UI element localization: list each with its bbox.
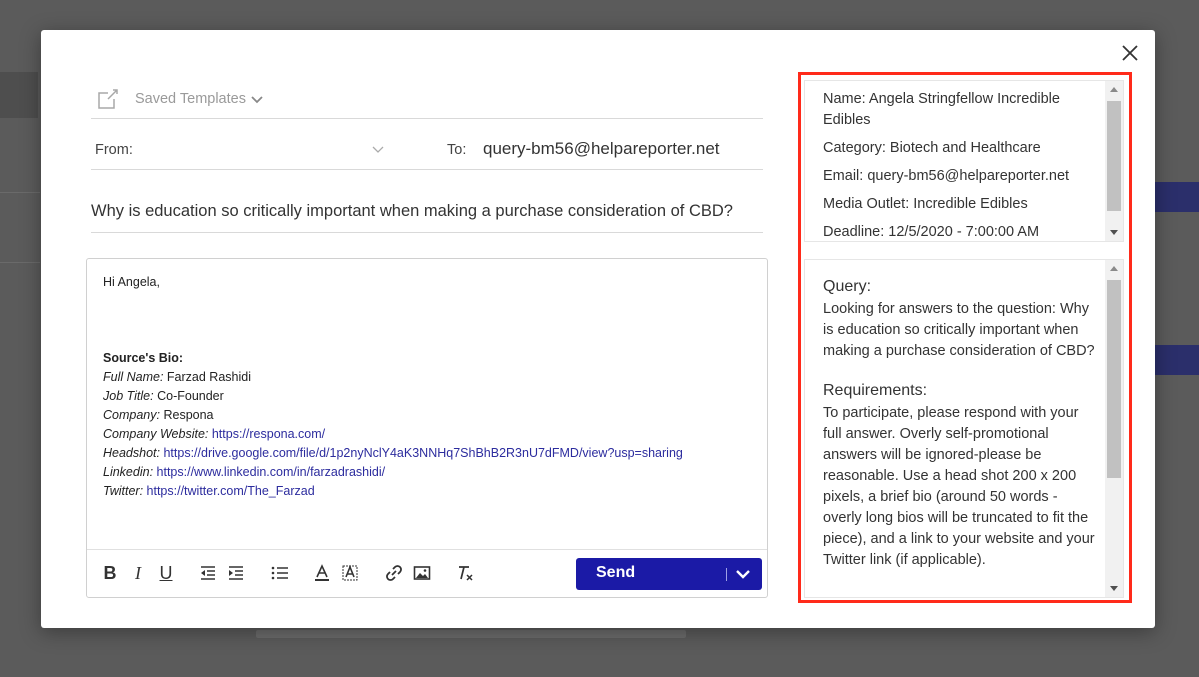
query-text: Looking for answers to the question: Why… bbox=[823, 301, 1095, 359]
chevron-down-icon bbox=[251, 96, 263, 104]
background-button bbox=[1155, 182, 1199, 212]
query-email: Email: query-bm56@helpareporter.net bbox=[823, 168, 1070, 184]
background-button bbox=[1155, 345, 1199, 375]
bold-icon: B bbox=[103, 562, 117, 583]
image-icon bbox=[413, 566, 431, 580]
bio-line-company: Company: Respona bbox=[103, 408, 214, 422]
insert-link-button[interactable] bbox=[383, 562, 405, 584]
underline-icon: U bbox=[159, 562, 173, 583]
scroll-down-arrow-icon[interactable] bbox=[1110, 586, 1118, 591]
clear-formatting-icon bbox=[459, 566, 473, 581]
send-options-chevron-icon[interactable] bbox=[734, 565, 752, 583]
indent-icon bbox=[229, 566, 243, 580]
text-color-button[interactable] bbox=[311, 562, 333, 584]
send-label: Send bbox=[596, 564, 636, 581]
clear-formatting-button[interactable] bbox=[454, 562, 476, 584]
highlight-color-button[interactable] bbox=[339, 562, 361, 584]
email-editor[interactable]: Hi Angela, Source's Bio: Full Name: Farz… bbox=[86, 258, 768, 598]
bold-button[interactable]: B bbox=[99, 562, 121, 584]
linkedin-link[interactable]: https://www.linkedin.com/in/farzadrashid… bbox=[157, 465, 386, 479]
greeting-text: Hi Angela, bbox=[103, 275, 160, 289]
query-details-panel[interactable]: Name: Angela Stringfellow Incredible Edi… bbox=[804, 80, 1124, 242]
insert-image-button[interactable] bbox=[411, 562, 433, 584]
headshot-link[interactable]: https://drive.google.com/file/d/1p2nyNcl… bbox=[163, 446, 682, 460]
scroll-down-arrow-icon[interactable] bbox=[1110, 230, 1118, 235]
background-divider bbox=[0, 262, 40, 263]
company-website-link[interactable]: https://respona.com/ bbox=[212, 427, 325, 441]
bullet-list-button[interactable] bbox=[269, 562, 291, 584]
twitter-link[interactable]: https://twitter.com/The_Farzad bbox=[147, 484, 315, 498]
editor-toolbar: B I U Send bbox=[87, 549, 767, 597]
subject-field[interactable]: Why is education so critically important… bbox=[91, 194, 763, 233]
from-dropdown-chevron-icon[interactable] bbox=[371, 142, 385, 156]
reporter-name: Name: Angela Stringfellow Incredible Edi… bbox=[823, 91, 1060, 128]
scroll-thumb[interactable] bbox=[1107, 101, 1121, 211]
saved-templates-dropdown[interactable]: Saved Templates bbox=[91, 80, 763, 119]
query-text-panel[interactable]: Query: Looking for answers to the questi… bbox=[804, 259, 1124, 598]
scroll-up-arrow-icon[interactable] bbox=[1110, 87, 1118, 92]
bio-heading: Source's Bio: bbox=[103, 351, 184, 365]
link-icon bbox=[386, 565, 402, 581]
details-scrollbar[interactable] bbox=[1105, 81, 1123, 241]
saved-templates-label: Saved Templates bbox=[135, 91, 246, 107]
query-heading: Query: bbox=[823, 278, 872, 295]
bio-line-twitter: Twitter: https://twitter.com/The_Farzad bbox=[103, 484, 315, 498]
underline-button[interactable]: U bbox=[155, 562, 177, 584]
to-address: query-bm56@helpareporter.net bbox=[483, 139, 720, 158]
close-icon bbox=[1122, 45, 1138, 61]
close-button[interactable] bbox=[1119, 42, 1141, 64]
scroll-up-arrow-icon[interactable] bbox=[1110, 266, 1118, 271]
indent-button[interactable] bbox=[225, 562, 247, 584]
from-to-row: From: To: query-bm56@helpareporter.net bbox=[91, 130, 763, 170]
media-outlet: Media Outlet: Incredible Edibles bbox=[823, 196, 1028, 212]
from-label: From: bbox=[95, 142, 133, 158]
send-button[interactable]: Send bbox=[576, 558, 762, 590]
outdent-icon bbox=[201, 566, 215, 580]
bio-line-headshot: Headshot: https://drive.google.com/file/… bbox=[103, 446, 683, 460]
pitch-modal: Saved Templates From: To: query-bm56@hel… bbox=[41, 30, 1155, 628]
italic-icon: I bbox=[135, 562, 141, 583]
query-scrollbar[interactable] bbox=[1105, 260, 1123, 597]
bullet-list-icon bbox=[271, 566, 288, 580]
italic-button[interactable]: I bbox=[127, 562, 149, 584]
email-body[interactable]: Hi Angela, Source's Bio: Full Name: Farz… bbox=[103, 273, 757, 501]
bio-line-company-website: Company Website: https://respona.com/ bbox=[103, 427, 326, 441]
query-category: Category: Biotech and Healthcare bbox=[823, 140, 1041, 156]
outdent-button[interactable] bbox=[197, 562, 219, 584]
requirements-heading: Requirements: bbox=[823, 382, 928, 399]
bio-line-linkedin: Linkedin: https://www.linkedin.com/in/fa… bbox=[103, 465, 386, 479]
requirements-text: To participate, please respond with your… bbox=[823, 405, 1095, 568]
background-divider bbox=[0, 192, 40, 193]
highlight-color-icon bbox=[342, 564, 358, 581]
bio-line-full-name: Full Name: Farzad Rashidi bbox=[103, 370, 251, 384]
background-text bbox=[256, 630, 686, 638]
background-sidebar-block bbox=[0, 72, 38, 118]
send-separator bbox=[726, 568, 727, 581]
bio-line-job-title: Job Title: Co-Founder bbox=[103, 389, 224, 403]
to-label: To: bbox=[447, 142, 467, 158]
text-color-icon bbox=[315, 564, 329, 581]
query-deadline: Deadline: 12/5/2020 - 7:00:00 AM bbox=[823, 224, 1040, 240]
scroll-thumb[interactable] bbox=[1107, 280, 1121, 478]
external-link-icon bbox=[98, 89, 118, 109]
